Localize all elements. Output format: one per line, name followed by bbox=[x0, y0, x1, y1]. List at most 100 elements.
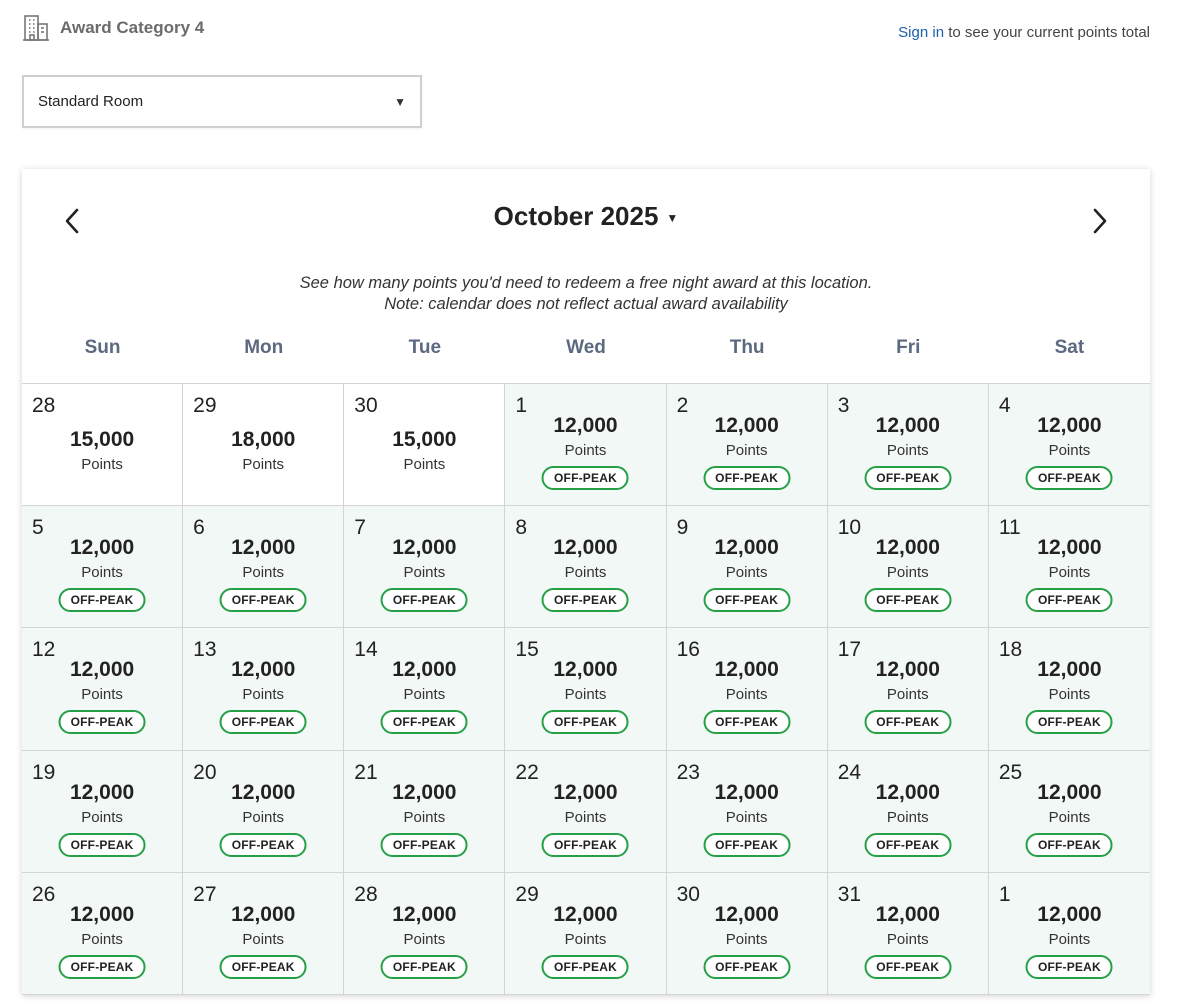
points-unit-label: Points bbox=[725, 442, 768, 459]
off-peak-badge: OFF-PEAK bbox=[542, 832, 629, 857]
points-value: 12,000 bbox=[875, 414, 940, 437]
points-unit-label: Points bbox=[886, 686, 929, 704]
off-peak-badge: OFF-PEAK bbox=[542, 710, 629, 735]
off-peak-badge: OFF-PEAK bbox=[58, 710, 146, 735]
calendar-day-cell[interactable]: 10 12,000 Points OFF-PEAK bbox=[827, 506, 989, 629]
points-value: 12,000 bbox=[231, 780, 296, 804]
calendar-day-cell[interactable]: 8 12,000 Points OFF-PEAK bbox=[505, 506, 667, 629]
weekday-label: Tue bbox=[408, 337, 442, 358]
points-value: 12,000 bbox=[1037, 658, 1102, 682]
points-value: 12,000 bbox=[1037, 780, 1102, 804]
points-value: 18,000 bbox=[231, 428, 296, 451]
calendar-day-cell[interactable]: 23 12,000 Points OFF-PEAK bbox=[666, 750, 828, 873]
calendar-day-cell[interactable]: 21 12,000 Points OFF-PEAK bbox=[344, 750, 506, 873]
points-value: 12,000 bbox=[553, 902, 618, 926]
off-peak-badge: OFF-PEAK bbox=[1025, 466, 1113, 490]
off-peak-badge: OFF-PEAK bbox=[219, 588, 307, 613]
points-unit-label: Points bbox=[81, 564, 123, 582]
room-type-select[interactable]: Standard Room ▼ bbox=[22, 75, 422, 128]
calendar-day-cell[interactable]: 22 12,000 Points OFF-PEAK bbox=[505, 750, 667, 873]
points-value: 12,000 bbox=[69, 536, 135, 560]
calendar-day-cell[interactable]: 9 12,000 Points OFF-PEAK bbox=[666, 506, 828, 629]
calendar-day-cell: 29 18,000 Points bbox=[183, 384, 345, 507]
signin-link[interactable]: Sign in bbox=[898, 24, 944, 41]
calendar-day-cell[interactable]: 17 12,000 Points OFF-PEAK bbox=[827, 628, 989, 751]
points-value: 12,000 bbox=[714, 536, 779, 560]
calendar-day-cell[interactable]: 19 12,000 Points OFF-PEAK bbox=[22, 750, 184, 873]
points-unit-label: Points bbox=[242, 686, 285, 704]
calendar-note: See how many points you'd need to redeem… bbox=[299, 274, 873, 313]
points-value: 12,000 bbox=[1037, 414, 1102, 437]
weekday-label: Sat bbox=[1054, 337, 1085, 358]
points-value: 12,000 bbox=[69, 780, 135, 804]
points-value: 12,000 bbox=[553, 414, 618, 437]
calendar-day-cell[interactable]: 6 12,000 Points OFF-PEAK bbox=[183, 506, 345, 629]
calendar-day-cell[interactable]: 4 12,000 Points OFF-PEAK bbox=[988, 384, 1150, 507]
calendar-day-cell[interactable]: 16 12,000 Points OFF-PEAK bbox=[666, 628, 828, 751]
off-peak-badge: OFF-PEAK bbox=[380, 954, 468, 979]
calendar-day-cell[interactable]: 12 12,000 Points OFF-PEAK bbox=[22, 628, 184, 751]
award-header: Award Category 4 Sign in to see your cur… bbox=[22, 12, 1150, 52]
off-peak-badge: OFF-PEAK bbox=[864, 710, 952, 735]
calendar-day-cell[interactable]: 15 12,000 Points OFF-PEAK bbox=[505, 628, 667, 751]
calendar-day-cell[interactable]: 7 12,000 Points OFF-PEAK bbox=[344, 506, 506, 629]
points-calendar: October 2025 ▼ See how many points you'd… bbox=[22, 169, 1150, 995]
calendar-day-cell[interactable]: 25 12,000 Points OFF-PEAK bbox=[988, 750, 1150, 873]
points-unit-label: Points bbox=[242, 808, 285, 826]
points-unit-label: Points bbox=[725, 808, 768, 826]
calendar-day-cell[interactable]: 27 12,000 Points OFF-PEAK bbox=[183, 872, 345, 995]
calendar-day-cell[interactable]: 31 12,000 Points OFF-PEAK bbox=[827, 872, 989, 995]
award-category: Award Category 4 bbox=[22, 12, 204, 44]
calendar-day-cell[interactable]: 2 12,000 Points OFF-PEAK bbox=[666, 384, 828, 507]
off-peak-badge: OFF-PEAK bbox=[58, 954, 146, 979]
points-unit-label: Points bbox=[242, 456, 285, 473]
off-peak-badge: OFF-PEAK bbox=[703, 954, 791, 979]
calendar-day-cell[interactable]: 28 12,000 Points OFF-PEAK bbox=[344, 872, 506, 995]
points-unit-label: Points bbox=[1048, 686, 1091, 704]
calendar-day-cell[interactable]: 18 12,000 Points OFF-PEAK bbox=[988, 628, 1150, 751]
off-peak-badge: OFF-PEAK bbox=[542, 466, 629, 490]
calendar-day-cell[interactable]: 5 12,000 Points OFF-PEAK bbox=[22, 506, 184, 629]
calendar-day-cell[interactable]: 11 12,000 Points OFF-PEAK bbox=[988, 506, 1150, 629]
points-value: 12,000 bbox=[714, 414, 779, 437]
calendar-day-cell[interactable]: 1 12,000 Points OFF-PEAK bbox=[988, 872, 1150, 995]
month-selector[interactable]: October 2025 ▼ bbox=[22, 201, 1150, 232]
points-value: 12,000 bbox=[553, 536, 618, 560]
day-number: 29 bbox=[193, 394, 217, 417]
calendar-day-cell[interactable]: 13 12,000 Points OFF-PEAK bbox=[183, 628, 345, 751]
points-value: 12,000 bbox=[714, 658, 779, 682]
calendar-day-cell[interactable]: 30 12,000 Points OFF-PEAK bbox=[666, 872, 828, 995]
calendar-day-cell[interactable]: 14 12,000 Points OFF-PEAK bbox=[344, 628, 506, 751]
points-unit-label: Points bbox=[886, 930, 929, 948]
calendar-grid: 28 15,000 Points 29 18,000 Points 30 15,000 Poin… bbox=[22, 383, 1150, 995]
off-peak-badge: OFF-PEAK bbox=[219, 710, 307, 735]
calendar-day-cell[interactable]: 1 12,000 Points OFF-PEAK bbox=[505, 384, 667, 507]
calendar-day-cell[interactable]: 3 12,000 Points OFF-PEAK bbox=[827, 384, 989, 507]
points-value: 12,000 bbox=[714, 902, 779, 926]
off-peak-badge: OFF-PEAK bbox=[542, 954, 629, 979]
calendar-day-cell[interactable]: 29 12,000 Points OFF-PEAK bbox=[505, 872, 667, 995]
weekday-label: Thu bbox=[729, 337, 765, 358]
points-unit-label: Points bbox=[564, 564, 607, 582]
off-peak-badge: OFF-PEAK bbox=[58, 832, 146, 857]
off-peak-badge: OFF-PEAK bbox=[58, 588, 146, 613]
next-month-button[interactable] bbox=[1086, 205, 1114, 237]
off-peak-badge: OFF-PEAK bbox=[864, 832, 952, 857]
weekday-header: Sun Mon Tue Wed Thu Fri Sat bbox=[22, 337, 1150, 377]
calendar-day-cell[interactable]: 20 12,000 Points OFF-PEAK bbox=[183, 750, 345, 873]
building-icon bbox=[22, 14, 50, 42]
points-unit-label: Points bbox=[725, 686, 768, 704]
off-peak-badge: OFF-PEAK bbox=[380, 588, 468, 613]
points-unit-label: Points bbox=[886, 564, 929, 582]
calendar-day-cell[interactable]: 24 12,000 Points OFF-PEAK bbox=[827, 750, 989, 873]
day-number: 28 bbox=[32, 394, 56, 417]
points-value: 12,000 bbox=[714, 780, 779, 804]
points-unit-label: Points bbox=[81, 456, 123, 473]
off-peak-badge: OFF-PEAK bbox=[1025, 710, 1113, 735]
points-unit-label: Points bbox=[81, 686, 123, 704]
points-unit-label: Points bbox=[1048, 808, 1091, 826]
off-peak-badge: OFF-PEAK bbox=[380, 710, 468, 735]
points-unit-label: Points bbox=[564, 686, 607, 704]
calendar-day-cell[interactable]: 26 12,000 Points OFF-PEAK bbox=[22, 872, 184, 995]
weekday-label: Wed bbox=[566, 337, 606, 358]
